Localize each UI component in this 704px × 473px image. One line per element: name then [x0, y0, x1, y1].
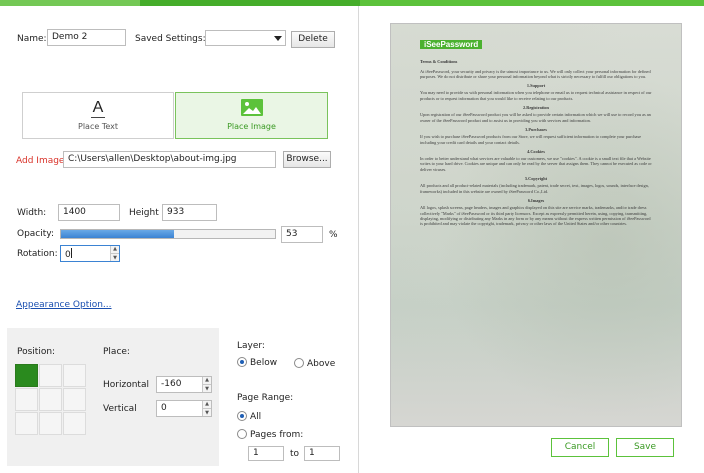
- opacity-slider-fill: [61, 230, 175, 238]
- layer-above-radio[interactable]: [294, 358, 304, 368]
- vertical-value: 0: [161, 403, 167, 413]
- rotation-stepper[interactable]: ▲ ▼: [110, 246, 119, 261]
- name-field[interactable]: Demo 2: [47, 29, 126, 46]
- horizontal-field[interactable]: -160 ▲ ▼: [156, 376, 212, 393]
- layer-below-label[interactable]: Below: [250, 358, 277, 368]
- title-bar: [0, 0, 704, 6]
- height-label: Height: [129, 208, 159, 218]
- saved-settings-label: Saved Settings:: [135, 34, 206, 44]
- chevron-down-icon: [274, 36, 282, 41]
- opacity-label: Opacity:: [17, 229, 54, 239]
- doc-section-text: If you wish to purchase iSeePassword pro…: [420, 134, 642, 145]
- horizontal-label: Horizontal: [103, 380, 149, 390]
- height-field[interactable]: 933: [162, 204, 217, 221]
- percent-sign: %: [329, 230, 338, 240]
- position-cell-top-center[interactable]: [39, 364, 62, 387]
- rotation-label: Rotation:: [17, 249, 58, 259]
- place-label: Place:: [103, 347, 130, 357]
- cancel-button[interactable]: Cancel: [551, 438, 609, 457]
- saved-settings-select[interactable]: [205, 30, 286, 46]
- browse-button[interactable]: Browse...: [283, 151, 331, 168]
- doc-section-title: 1.Support: [526, 83, 546, 89]
- appearance-option-link[interactable]: Appearance Option...: [16, 300, 112, 310]
- vertical-stepper[interactable]: ▲ ▼: [202, 401, 211, 416]
- width-field[interactable]: 1400: [58, 204, 120, 221]
- layer-above-label[interactable]: Above: [307, 359, 335, 369]
- doc-section-title: 6.Images: [527, 197, 545, 203]
- horizontal-stepper[interactable]: ▲ ▼: [202, 377, 211, 392]
- position-cell-bottom-right[interactable]: [63, 412, 86, 435]
- pages-from-field[interactable]: 1: [248, 446, 284, 461]
- doc-section-text: Upon registration of our iSeePassword pr…: [420, 112, 651, 123]
- position-grid[interactable]: [15, 364, 86, 435]
- opacity-slider[interactable]: [60, 229, 276, 239]
- save-button[interactable]: Save: [616, 438, 674, 457]
- doc-intro: At iSeePassword, your security and priva…: [420, 68, 651, 79]
- add-image-label: Add Image:: [16, 156, 68, 166]
- text-cursor: [70, 248, 72, 258]
- pages-to-field[interactable]: 1: [304, 446, 340, 461]
- doc-section-text: In order to better understand what servi…: [420, 156, 652, 172]
- name-label: Name:: [17, 34, 47, 44]
- place-text-label: Place Text: [78, 122, 118, 131]
- page-range-pages-radio[interactable]: [237, 429, 247, 439]
- image-icon: [240, 99, 263, 116]
- rotation-field[interactable]: 0 ▲ ▼: [60, 245, 120, 262]
- place-image-label: Place Image: [227, 122, 276, 131]
- doc-section-text: All products and all product-related mat…: [420, 183, 649, 194]
- title-bar-highlight: [0, 0, 140, 6]
- position-cell-bottom-left[interactable]: [15, 412, 38, 435]
- position-cell-bottom-center[interactable]: [39, 412, 62, 435]
- delete-button[interactable]: Delete: [291, 31, 335, 48]
- position-cell-middle-left[interactable]: [15, 388, 38, 411]
- position-cell-middle-center[interactable]: [39, 388, 62, 411]
- vertical-label: Vertical: [103, 404, 137, 414]
- doc-section-text: All logos, splash screens, page headers,…: [420, 205, 651, 227]
- page-range-all-label[interactable]: All: [250, 412, 261, 422]
- opacity-field[interactable]: 53: [281, 226, 323, 243]
- doc-section-title: 2.Registration: [523, 105, 549, 111]
- text-mode-icon: A: [92, 99, 104, 116]
- layer-below-radio[interactable]: [237, 357, 247, 367]
- place-image-mode[interactable]: Place Image: [175, 92, 328, 139]
- position-cell-top-left[interactable]: [15, 364, 38, 387]
- pages-to-label: to: [290, 449, 300, 459]
- vertical-field[interactable]: 0 ▲ ▼: [156, 400, 212, 417]
- place-text-mode[interactable]: A Place Text: [22, 92, 174, 139]
- doc-section-text: You may need to provide us with personal…: [420, 90, 652, 101]
- panel-divider: [358, 6, 359, 473]
- doc-section-title: 5.Copyright: [524, 176, 548, 182]
- width-label: Width:: [17, 208, 47, 218]
- position-label: Position:: [17, 347, 56, 357]
- brand-logo: iSeePassword: [420, 40, 483, 50]
- doc-section-title: 4.Cookies: [527, 148, 545, 154]
- page-range-label: Page Range:: [237, 393, 294, 403]
- doc-section-title: 3.Purchases: [525, 126, 547, 132]
- position-cell-middle-right[interactable]: [63, 388, 86, 411]
- doc-title: Terms & Conditions: [420, 59, 458, 65]
- preview-document: iSeePassword Terms & Conditions At iSeeP…: [420, 40, 652, 424]
- page-range-all-radio[interactable]: [237, 411, 247, 421]
- image-path-field[interactable]: C:\Users\allen\Desktop\about-img.jpg: [63, 151, 276, 168]
- pages-from-label[interactable]: Pages from:: [250, 430, 303, 440]
- text-mode-underline: [91, 117, 105, 118]
- horizontal-value: -160: [161, 379, 182, 389]
- layer-label: Layer:: [237, 341, 265, 351]
- position-cell-top-right[interactable]: [63, 364, 86, 387]
